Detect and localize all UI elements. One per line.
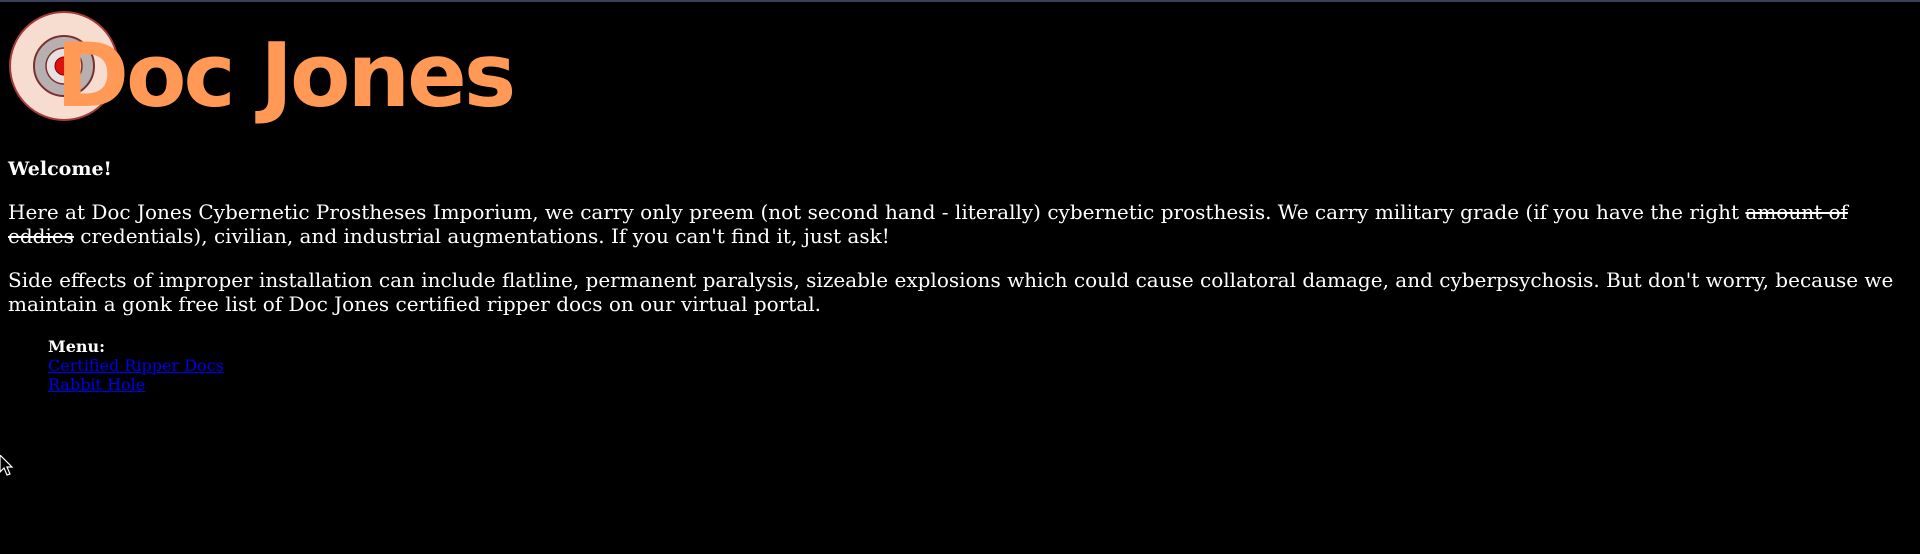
welcome-heading: Welcome!	[8, 158, 112, 180]
top-border	[0, 0, 1920, 2]
menu-title: Menu:	[48, 337, 106, 356]
site-logo: Doc Jones	[6, 10, 516, 145]
mouse-cursor-icon	[0, 455, 14, 476]
side-effects-paragraph: Side effects of improper installation ca…	[8, 268, 1894, 316]
intro-text-end: credentials), civilian, and industrial a…	[73, 224, 890, 248]
menu-link-rabbit-hole[interactable]: Rabbit Hole	[48, 375, 224, 394]
logo-title: Doc Jones	[56, 24, 516, 127]
menu-link-certified-ripper-docs[interactable]: Certified Ripper Docs	[48, 356, 224, 375]
menu: Menu: Certified Ripper Docs Rabbit Hole	[48, 337, 224, 394]
intro-text-start: Here at Doc Jones Cybernetic Prostheses …	[8, 200, 1746, 224]
intro-paragraph: Here at Doc Jones Cybernetic Prostheses …	[8, 200, 1912, 248]
